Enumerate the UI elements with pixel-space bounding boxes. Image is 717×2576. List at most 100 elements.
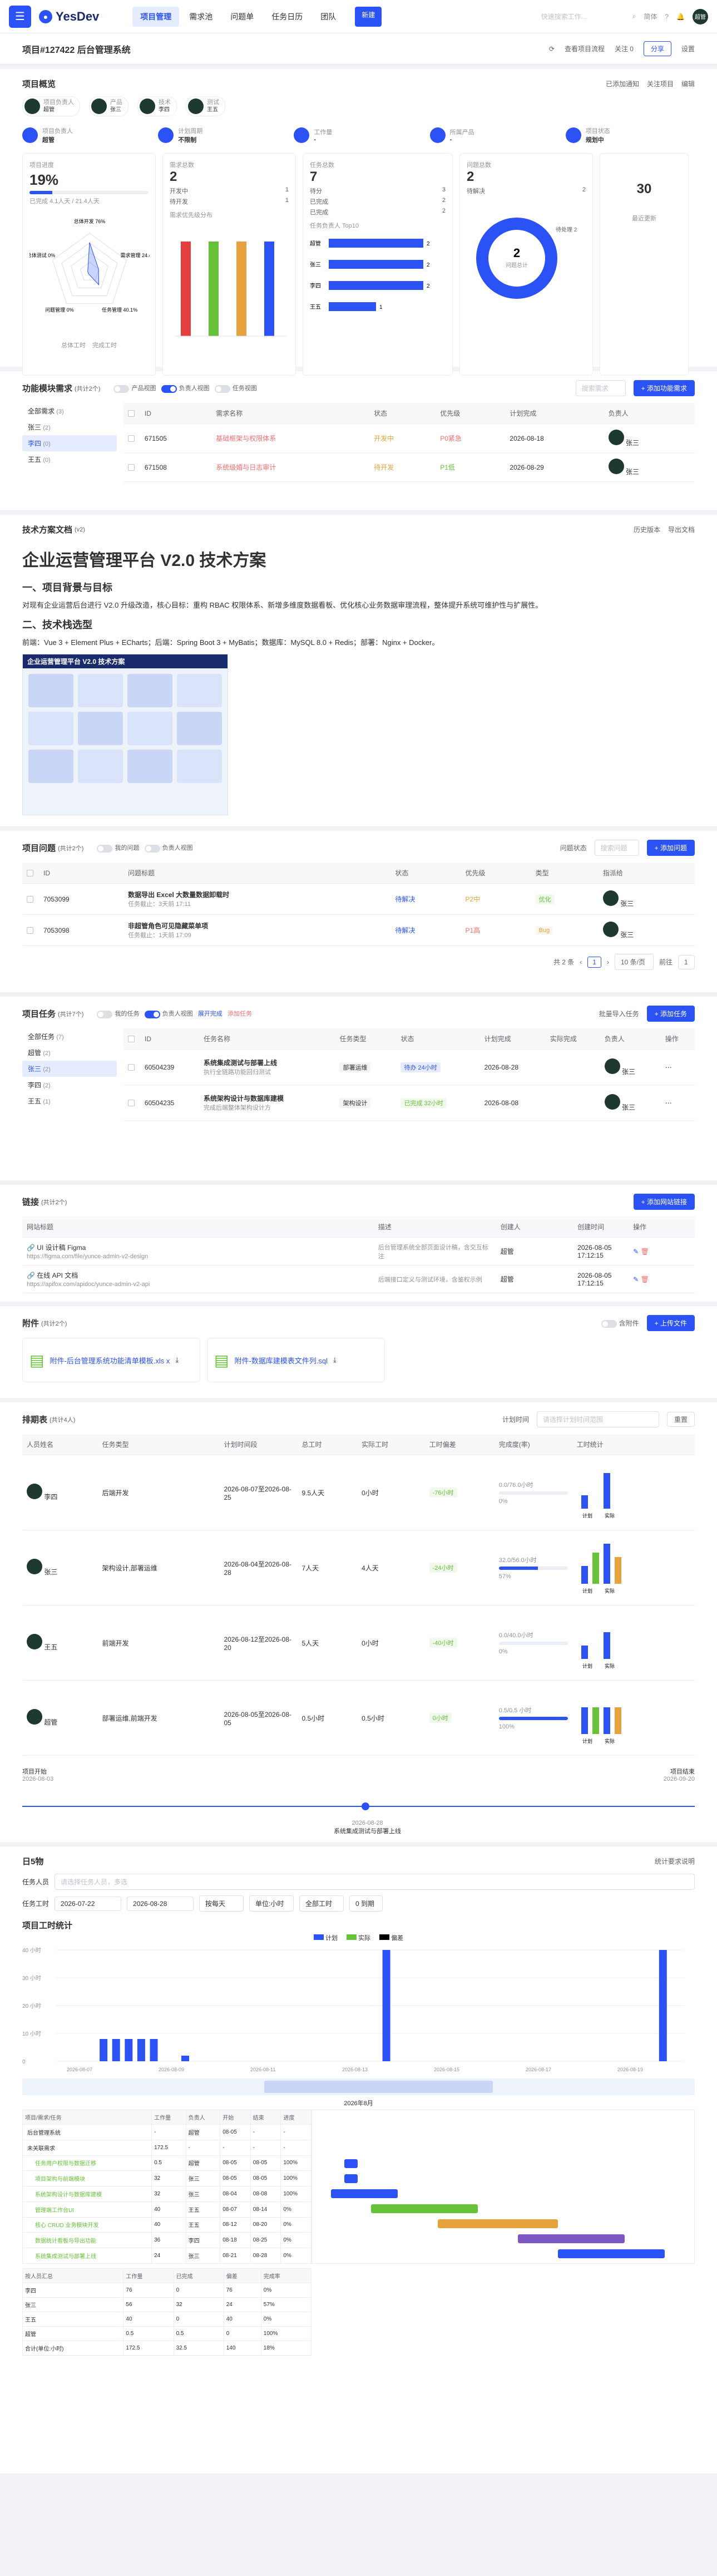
- member-chip[interactable]: 测试 王五: [186, 96, 225, 116]
- gantt-bar[interactable]: [438, 2219, 558, 2228]
- row-name[interactable]: 基础框架与权限体系: [216, 435, 276, 442]
- gantt-row[interactable]: 核心 CRUD 业务模块开发 40 王五 08-12 08-20 0%: [22, 2217, 311, 2233]
- gantt-bar[interactable]: [331, 2189, 398, 2198]
- import-tasks[interactable]: 批量导入任务: [599, 1009, 639, 1018]
- to-date[interactable]: 2026-08-28: [127, 1896, 194, 1911]
- due-select[interactable]: 0 到期: [349, 1895, 383, 1912]
- member-chip[interactable]: 技术 李四: [137, 96, 177, 116]
- gantt-row[interactable]: 项目架构与前端模块 32 张三 08-05 08-05 100%: [22, 2170, 311, 2187]
- sidebar-item[interactable]: 张三 (2): [22, 1061, 117, 1077]
- gantt-name[interactable]: 未关联需求: [27, 2146, 55, 2152]
- col-header[interactable]: 任务名称: [199, 1028, 335, 1050]
- my-tasks-toggle[interactable]: [97, 1010, 113, 1018]
- sidebar-item[interactable]: 全部需求 (3): [22, 403, 117, 419]
- notify-link[interactable]: 已添加通知: [606, 79, 639, 88]
- plan-range-picker[interactable]: 请选择计划时间范围: [536, 1411, 659, 1427]
- logo[interactable]: ● YesDev: [39, 9, 99, 24]
- gantt-row[interactable]: 未关联需求 172.5 - - - -: [22, 2139, 311, 2156]
- row-name[interactable]: 系统级婚与日志审计: [216, 464, 276, 471]
- history-link[interactable]: 历史版本: [634, 525, 660, 534]
- file-card[interactable]: ▤ 附件-数据库建模表文件列.sql ⤓: [207, 1338, 385, 1382]
- col-header[interactable]: 任务类型: [335, 1028, 397, 1050]
- col-header[interactable]: ID: [140, 1028, 199, 1050]
- search-icon[interactable]: ⌕: [632, 12, 636, 21]
- goto-page[interactable]: 1: [678, 954, 695, 969]
- link-title[interactable]: UI 设计稿 Figma: [37, 1244, 86, 1252]
- download-icon[interactable]: ⤓: [175, 1356, 179, 1365]
- gantt-row[interactable]: 管理端工作台UI 40 王五 08-07 08-14 0%: [22, 2201, 311, 2218]
- row-checkbox[interactable]: [27, 927, 33, 934]
- row-checkbox[interactable]: [27, 896, 33, 903]
- nav-projects[interactable]: 项目管理: [132, 6, 180, 27]
- table-row[interactable]: 60504239 系统集成测试与部署上线 执行全链路功能回归测试 部署运维 待办 24小…: [123, 1049, 695, 1085]
- upload-button[interactable]: + 上传文件: [646, 1315, 695, 1331]
- col-header[interactable]: 状态: [390, 863, 461, 884]
- row-checkbox[interactable]: [127, 1064, 135, 1071]
- refresh-icon[interactable]: ⟳: [549, 45, 555, 53]
- sidebar-item[interactable]: 李四 (2): [22, 1077, 117, 1093]
- table-row[interactable]: 671508 系统级婚与日志审计 待开发 P1低 2026-08-29 张三: [123, 452, 695, 482]
- all-select[interactable]: 全部工时: [299, 1895, 344, 1912]
- download-icon[interactable]: ⤓: [333, 1356, 337, 1365]
- settings-button[interactable]: 设置: [681, 44, 695, 53]
- gantt-name[interactable]: 系统集成测试与部署上线: [35, 2254, 96, 2260]
- col-header[interactable]: 负责人: [600, 1028, 661, 1050]
- task-view-toggle[interactable]: [214, 385, 230, 393]
- owner-view-toggle[interactable]: [161, 385, 177, 393]
- gantt-name[interactable]: 系统架构设计与数据库建模: [35, 2192, 102, 2198]
- col-header[interactable]: 计划完成: [505, 403, 604, 424]
- lang-switch[interactable]: 简体: [644, 12, 657, 21]
- member-chip[interactable]: 项目负责人 超管: [22, 96, 80, 116]
- group-select[interactable]: 按每天: [199, 1895, 244, 1912]
- user-avatar[interactable]: 超管: [693, 8, 708, 24]
- gantt-bar[interactable]: [371, 2204, 478, 2213]
- table-row[interactable]: 超管 部署运维,前端开发 2026-08-05至2026-08-05 0.5小时 0.5…: [22, 1680, 695, 1756]
- row-checkbox[interactable]: [127, 435, 135, 442]
- prev-page[interactable]: ‹: [580, 958, 582, 966]
- link-title[interactable]: 在线 API 文档: [37, 1272, 78, 1279]
- my-bugs-toggle[interactable]: [97, 844, 113, 853]
- col-header[interactable]: 操作: [660, 1028, 695, 1050]
- col-header[interactable]: ID: [140, 403, 212, 424]
- sidebar-item[interactable]: 全部任务 (7): [22, 1028, 117, 1045]
- unit-select[interactable]: 单位:小时: [249, 1895, 294, 1912]
- link-url[interactable]: https://figma.com/file/yunce-admin-v2-de…: [27, 1253, 148, 1260]
- row-name[interactable]: 系统集成测试与部署上线: [204, 1059, 277, 1067]
- gantt-bar[interactable]: [558, 2249, 665, 2258]
- bug-owner-toggle[interactable]: [144, 844, 160, 853]
- edit-icon[interactable]: ✎: [633, 1248, 639, 1255]
- doc-image[interactable]: 企业运营管理平台 V2.0 技术方案: [22, 653, 228, 815]
- row-name[interactable]: 系统架构设计与数据库建模: [204, 1095, 284, 1102]
- delete-icon[interactable]: 🗑: [641, 1248, 649, 1255]
- bell-icon[interactable]: 🔔: [676, 13, 685, 21]
- sidebar-item[interactable]: 张三 (2): [22, 419, 117, 435]
- table-row[interactable]: 7053099 数据导出 Excel 大数量数据卸载时 任务截止：3天前 17:11…: [22, 883, 695, 915]
- sidebar-item[interactable]: 超管 (2): [22, 1045, 117, 1061]
- task-owner-toggle[interactable]: [144, 1010, 160, 1018]
- gantt-name[interactable]: 数据统计看板与导出功能: [35, 2238, 96, 2244]
- table-row[interactable]: 60504235 系统架构设计与数据库建模 完成后端整体架构设计方 架构设计 已完成 3…: [123, 1085, 695, 1121]
- table-row[interactable]: 🔗 在线 API 文档 https://apifox.com/apidoc/yun…: [22, 1265, 695, 1293]
- col-header[interactable]: 优先级: [461, 863, 531, 884]
- sidebar-item[interactable]: 王五 (0): [22, 451, 117, 467]
- sidebar-item[interactable]: 王五 (1): [22, 1093, 117, 1109]
- menu-icon[interactable]: ☰: [9, 5, 31, 28]
- new-button[interactable]: 新建: [355, 6, 382, 27]
- link-url[interactable]: https://apifox.com/apidoc/yunce-admin-v2…: [27, 1281, 150, 1288]
- col-header[interactable]: 状态: [369, 403, 436, 424]
- gantt-name[interactable]: 任务用户权限与数据迁移: [35, 2161, 96, 2167]
- col-header[interactable]: 实际完成: [545, 1028, 600, 1050]
- row-title[interactable]: 数据导出 Excel 大数量数据卸载时: [128, 891, 229, 899]
- sidebar-item[interactable]: 李四 (0): [22, 435, 117, 451]
- gantt-name[interactable]: 项目架构与前端模块: [35, 2176, 85, 2183]
- col-header[interactable]: 状态: [396, 1028, 480, 1050]
- member-chip[interactable]: 产品 张三: [89, 96, 128, 116]
- table-row[interactable]: 7053098 非超管角色可见隐藏菜单项 任务截止：1天前 17:09 待解决 P1高 B…: [22, 914, 695, 946]
- table-row[interactable]: 王五 前端开发 2026-08-12至2026-08-20 5人天 0小时 -40小时 0.…: [22, 1605, 695, 1681]
- col-header[interactable]: 计划完成: [479, 1028, 546, 1050]
- product-view-toggle[interactable]: [113, 385, 130, 393]
- page-size[interactable]: 10 条/页: [614, 954, 654, 970]
- page-1[interactable]: 1: [587, 956, 601, 968]
- gantt-row[interactable]: 数据统计看板与导出功能 36 李四 08-18 08-25 0%: [22, 2232, 311, 2249]
- row-title[interactable]: 非超管角色可见隐藏菜单项: [128, 922, 208, 930]
